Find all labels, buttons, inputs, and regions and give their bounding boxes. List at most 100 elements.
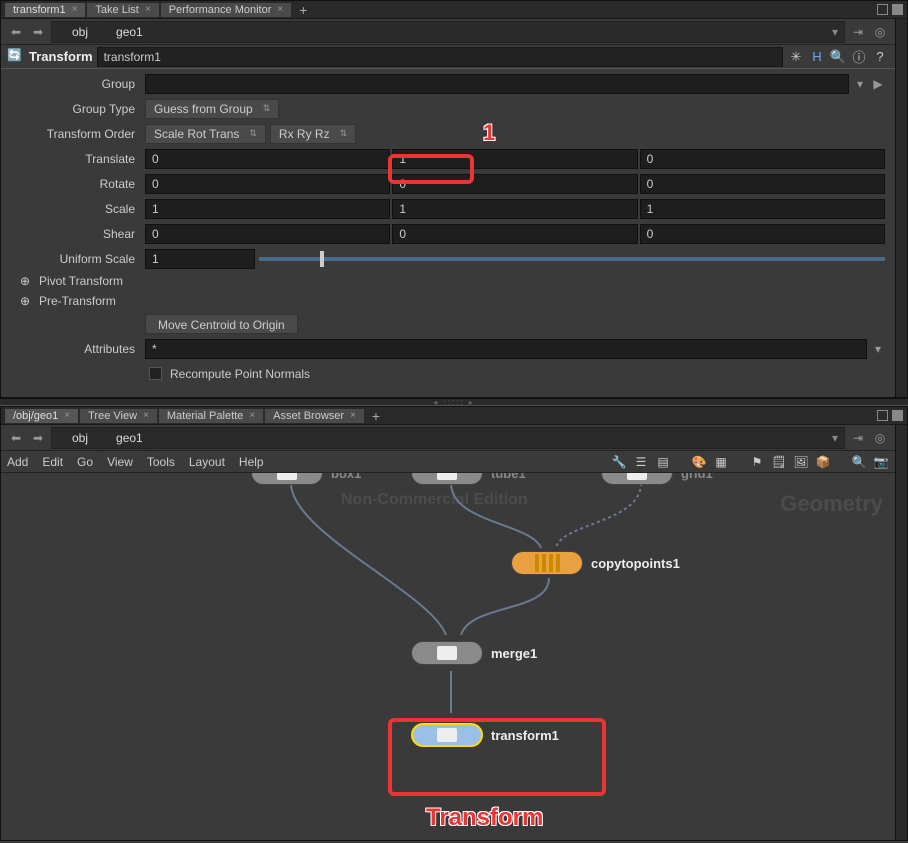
- menu-help[interactable]: Help: [239, 455, 264, 469]
- close-icon[interactable]: ×: [350, 410, 356, 421]
- scale-x-input[interactable]: [145, 199, 390, 219]
- menu-add[interactable]: Add: [7, 455, 28, 469]
- breadcrumb[interactable]: obj geo1 ▾: [51, 21, 845, 43]
- xord-dropdown[interactable]: Scale Rot Trans: [145, 124, 266, 144]
- translate-z-input[interactable]: [640, 149, 885, 169]
- close-icon[interactable]: ×: [143, 410, 149, 421]
- tab-asset-browser[interactable]: Asset Browser×: [265, 409, 364, 423]
- pin-icon[interactable]: ⇥: [849, 23, 867, 41]
- image-icon[interactable]: 🖼: [793, 454, 809, 470]
- info-icon[interactable]: ⓘ: [850, 48, 868, 66]
- rotate-x-input[interactable]: [145, 174, 390, 194]
- close-icon[interactable]: ×: [64, 410, 70, 421]
- move-centroid-button[interactable]: Move Centroid to Origin: [145, 314, 298, 334]
- crumb-geo1[interactable]: geo1: [96, 23, 151, 41]
- add-tab-button[interactable]: +: [293, 2, 313, 18]
- help-icon[interactable]: ?: [871, 48, 889, 66]
- wrench-icon[interactable]: 🔧: [611, 454, 627, 470]
- back-icon[interactable]: ⬅: [7, 23, 25, 41]
- shear-x-input[interactable]: [145, 224, 390, 244]
- tab-obj-geo1[interactable]: /obj/geo1×: [5, 409, 78, 423]
- group-type-dropdown[interactable]: Guess from Group: [145, 99, 279, 119]
- group-input[interactable]: [145, 74, 849, 94]
- pivot-transform-collapse[interactable]: ⊕Pivot Transform: [11, 271, 885, 291]
- target-icon[interactable]: ◎: [871, 429, 889, 447]
- menu-view[interactable]: View: [107, 455, 133, 469]
- dropdown-icon[interactable]: ▾: [826, 25, 844, 39]
- translate-x-input[interactable]: [145, 149, 390, 169]
- node-tube1[interactable]: tube1: [411, 473, 526, 485]
- dropdown-icon[interactable]: ▾: [853, 77, 867, 91]
- note-icon[interactable]: 🗒: [771, 454, 787, 470]
- houdini-icon[interactable]: H: [808, 48, 826, 66]
- node-box1[interactable]: box1: [251, 473, 361, 485]
- node-grid1[interactable]: grid1: [601, 473, 713, 485]
- crumb-obj[interactable]: obj: [52, 429, 96, 447]
- pre-transform-collapse[interactable]: ⊕Pre-Transform: [11, 291, 885, 311]
- search-icon[interactable]: 🔍: [829, 48, 847, 66]
- crumb-obj[interactable]: obj: [52, 23, 96, 41]
- flag-icon[interactable]: ⚑: [749, 454, 765, 470]
- back-icon[interactable]: ⬅: [7, 429, 25, 447]
- gear-icon[interactable]: ✳: [787, 48, 805, 66]
- scale-y-input[interactable]: [392, 199, 637, 219]
- node-merge1[interactable]: merge1: [411, 641, 537, 665]
- rotate-z-input[interactable]: [640, 174, 885, 194]
- tree-icon[interactable]: ☰: [633, 454, 649, 470]
- palette-icon[interactable]: 🎨: [691, 454, 707, 470]
- node-transform1[interactable]: transform1: [411, 723, 559, 747]
- uscale-input[interactable]: [145, 249, 255, 269]
- tab-tree-view[interactable]: Tree View×: [80, 409, 157, 423]
- search-icon[interactable]: 🔍: [851, 454, 867, 470]
- dropdown-icon[interactable]: ▾: [826, 431, 844, 445]
- rord-dropdown[interactable]: Rx Ry Rz: [270, 124, 356, 144]
- menu-layout[interactable]: Layout: [189, 455, 225, 469]
- right-sidebar[interactable]: [895, 425, 907, 840]
- shear-z-input[interactable]: [640, 224, 885, 244]
- tab-transform1[interactable]: transform1×: [5, 3, 85, 17]
- right-sidebar[interactable]: [895, 19, 907, 397]
- list-icon[interactable]: ▤: [655, 454, 671, 470]
- param-header: 🔄 Transform ✳ H 🔍 ⓘ ?: [1, 45, 895, 69]
- menu-tools[interactable]: Tools: [147, 455, 175, 469]
- group-label: Group: [11, 77, 141, 91]
- layout-icon[interactable]: [892, 410, 903, 421]
- close-icon[interactable]: ×: [72, 4, 78, 15]
- box-icon[interactable]: 📦: [815, 454, 831, 470]
- tab-perfmon[interactable]: Performance Monitor×: [161, 3, 292, 17]
- scale-z-input[interactable]: [640, 199, 885, 219]
- node-graph[interactable]: Non-Commercial Edition Geometry box1 tub…: [1, 473, 895, 840]
- add-tab-button[interactable]: +: [366, 408, 386, 424]
- uscale-slider[interactable]: [259, 249, 885, 269]
- shear-y-input[interactable]: [392, 224, 637, 244]
- recompute-normals-checkbox[interactable]: Recompute Point Normals: [145, 363, 310, 385]
- close-icon[interactable]: ×: [249, 410, 255, 421]
- close-icon[interactable]: ×: [145, 4, 151, 15]
- pin-icon[interactable]: ⇥: [849, 429, 867, 447]
- crumb-geo1[interactable]: geo1: [96, 429, 151, 447]
- layout-icon[interactable]: [892, 4, 903, 15]
- translate-y-input[interactable]: [392, 149, 637, 169]
- camera-icon[interactable]: 📷: [873, 454, 889, 470]
- rotate-y-input[interactable]: [392, 174, 637, 194]
- node-name-input[interactable]: [97, 47, 783, 67]
- menu-go[interactable]: Go: [77, 455, 93, 469]
- dropdown-icon[interactable]: ▾: [871, 342, 885, 356]
- forward-icon[interactable]: ➡: [29, 23, 47, 41]
- select-icon[interactable]: ▶: [871, 77, 885, 91]
- tab-take-list[interactable]: Take List×: [87, 3, 158, 17]
- tab-material-palette[interactable]: Material Palette×: [159, 409, 263, 423]
- breadcrumb[interactable]: obj geo1 ▾: [51, 427, 845, 449]
- network-tab-bar: /obj/geo1× Tree View× Material Palette× …: [1, 407, 907, 425]
- menu-edit[interactable]: Edit: [42, 455, 63, 469]
- forward-icon[interactable]: ➡: [29, 429, 47, 447]
- maximize-icon[interactable]: [877, 410, 888, 421]
- attrs-input[interactable]: [145, 339, 867, 359]
- grid-icon[interactable]: ▦: [713, 454, 729, 470]
- target-icon[interactable]: ◎: [871, 23, 889, 41]
- splitter[interactable]: ◂ ::::: ▸: [0, 398, 908, 406]
- maximize-icon[interactable]: [877, 4, 888, 15]
- node-copytopoints1[interactable]: copytopoints1: [511, 551, 680, 575]
- group-type-label: Group Type: [11, 102, 141, 116]
- close-icon[interactable]: ×: [277, 4, 283, 15]
